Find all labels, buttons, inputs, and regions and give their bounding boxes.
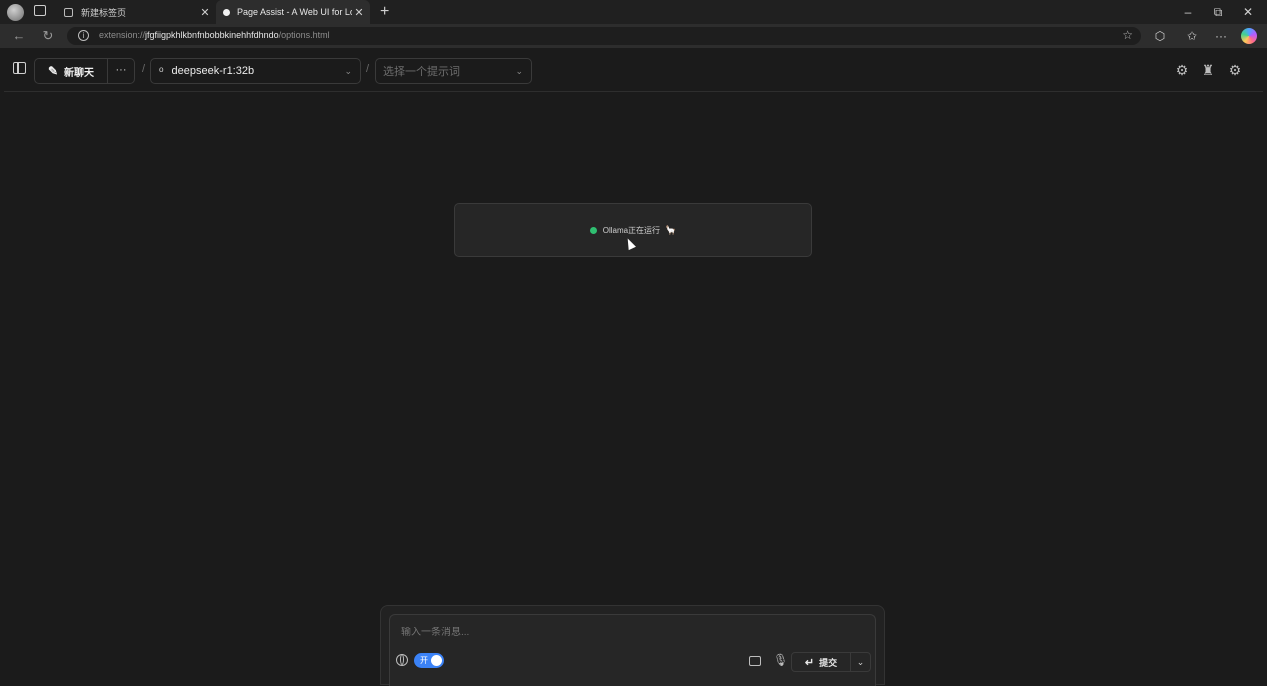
tab-actions-icon[interactable]	[34, 5, 46, 16]
page-assist-favicon-icon	[223, 8, 230, 16]
minimize-button[interactable]: –	[1178, 3, 1198, 21]
message-input-box: 开 🎙 ↵ 提交 ⌄	[389, 614, 876, 686]
prompt-select-placeholder: 选择一个提示词	[383, 66, 460, 78]
close-tab-button[interactable]: ✕	[198, 6, 212, 19]
window-close-button[interactable]: ✕	[1238, 3, 1258, 21]
llama-icon: ᵒ	[159, 64, 164, 78]
url-field[interactable]: i extension://jfgfiigpkhlkbnfnbobbkinehh…	[67, 27, 1141, 45]
new-chat-group: ✎ 新聊天 ···	[34, 58, 135, 84]
chevron-down-icon: ⌄	[344, 65, 352, 76]
tab-title: Page Assist - A Web UI for Local AI	[237, 7, 352, 17]
favorites-icon[interactable]: ✩	[1184, 27, 1200, 45]
copilot-icon[interactable]	[1241, 28, 1257, 44]
breadcrumb-separator: /	[142, 63, 146, 75]
status-text: Ollama正在运行	[602, 225, 661, 235]
submit-button[interactable]: ↵ 提交	[792, 653, 851, 671]
globe-icon[interactable]	[396, 654, 408, 666]
profile-avatar-icon[interactable]	[7, 4, 24, 21]
microphone-icon[interactable]: 🎙	[773, 653, 788, 667]
submit-group: ↵ 提交 ⌄	[791, 652, 871, 672]
new-tab-button[interactable]: +	[380, 2, 389, 22]
chevron-down-icon[interactable]: ⌄	[850, 653, 871, 671]
submit-label: 提交	[819, 657, 838, 668]
more-options-button[interactable]: ···	[107, 59, 135, 83]
page-assist-app: ✎ 新聊天 ··· / ᵒ deepseek-r1:32b ⌄ / 选择一个提示…	[4, 48, 1263, 686]
new-chat-button[interactable]: ✎ 新聊天	[35, 59, 108, 83]
browser-tab-new-tab[interactable]: 新建标签页 ✕	[56, 0, 216, 24]
close-tab-button[interactable]: ✕	[352, 6, 366, 19]
chevron-down-icon: ⌄	[515, 65, 523, 76]
llama-icon: 🦙	[665, 224, 677, 235]
settings-icon[interactable]: ⚙	[1227, 62, 1243, 78]
favorite-star-icon[interactable]: ☆	[1122, 28, 1133, 42]
message-input[interactable]	[401, 627, 861, 638]
ollama-status-card: Ollama正在运行 🦙	[454, 203, 812, 257]
enter-icon: ↵	[804, 656, 815, 669]
app-header: ✎ 新聊天 ··· / ᵒ deepseek-r1:32b ⌄ / 选择一个提示…	[4, 48, 1263, 92]
toggle-label: 开	[420, 656, 428, 665]
page-icon	[64, 7, 73, 17]
model-select[interactable]: ᵒ deepseek-r1:32b ⌄	[150, 58, 361, 84]
image-upload-icon[interactable]	[749, 656, 761, 666]
info-icon[interactable]: i	[78, 30, 89, 41]
sidebar-toggle-icon[interactable]	[13, 62, 26, 74]
url-text: extension://jfgfiigpkhlkbnfnbobbkinehhfd…	[99, 30, 330, 40]
status-indicator-icon	[589, 226, 597, 234]
refresh-icon[interactable]: ↻	[40, 27, 56, 45]
settings-more-icon[interactable]: ···	[1213, 27, 1229, 45]
edit-icon: ✎	[47, 64, 59, 78]
pulse-settings-icon[interactable]: ⚙	[1174, 62, 1190, 78]
breadcrumb-separator: /	[366, 63, 370, 75]
toggle-knob	[431, 655, 442, 666]
github-icon[interactable]: ♜	[1200, 62, 1216, 78]
model-select-value: deepseek-r1:32b	[171, 65, 255, 77]
web-search-toggle[interactable]: 开	[414, 653, 444, 668]
tab-title: 新建标签页	[81, 7, 127, 18]
back-arrow-icon[interactable]: ←	[11, 27, 27, 45]
new-chat-label: 新聊天	[64, 67, 95, 79]
extensions-icon[interactable]: ⬡	[1152, 27, 1168, 45]
browser-tab-strip: 新建标签页 ✕ Page Assist - A Web UI for Local…	[0, 0, 1267, 24]
prompt-select[interactable]: 选择一个提示词 ⌄	[375, 58, 532, 84]
browser-tab-page-assist[interactable]: Page Assist - A Web UI for Local AI ✕	[216, 0, 370, 24]
message-composer: 开 🎙 ↵ 提交 ⌄	[380, 605, 885, 686]
restore-button[interactable]: ⧉	[1208, 3, 1228, 21]
